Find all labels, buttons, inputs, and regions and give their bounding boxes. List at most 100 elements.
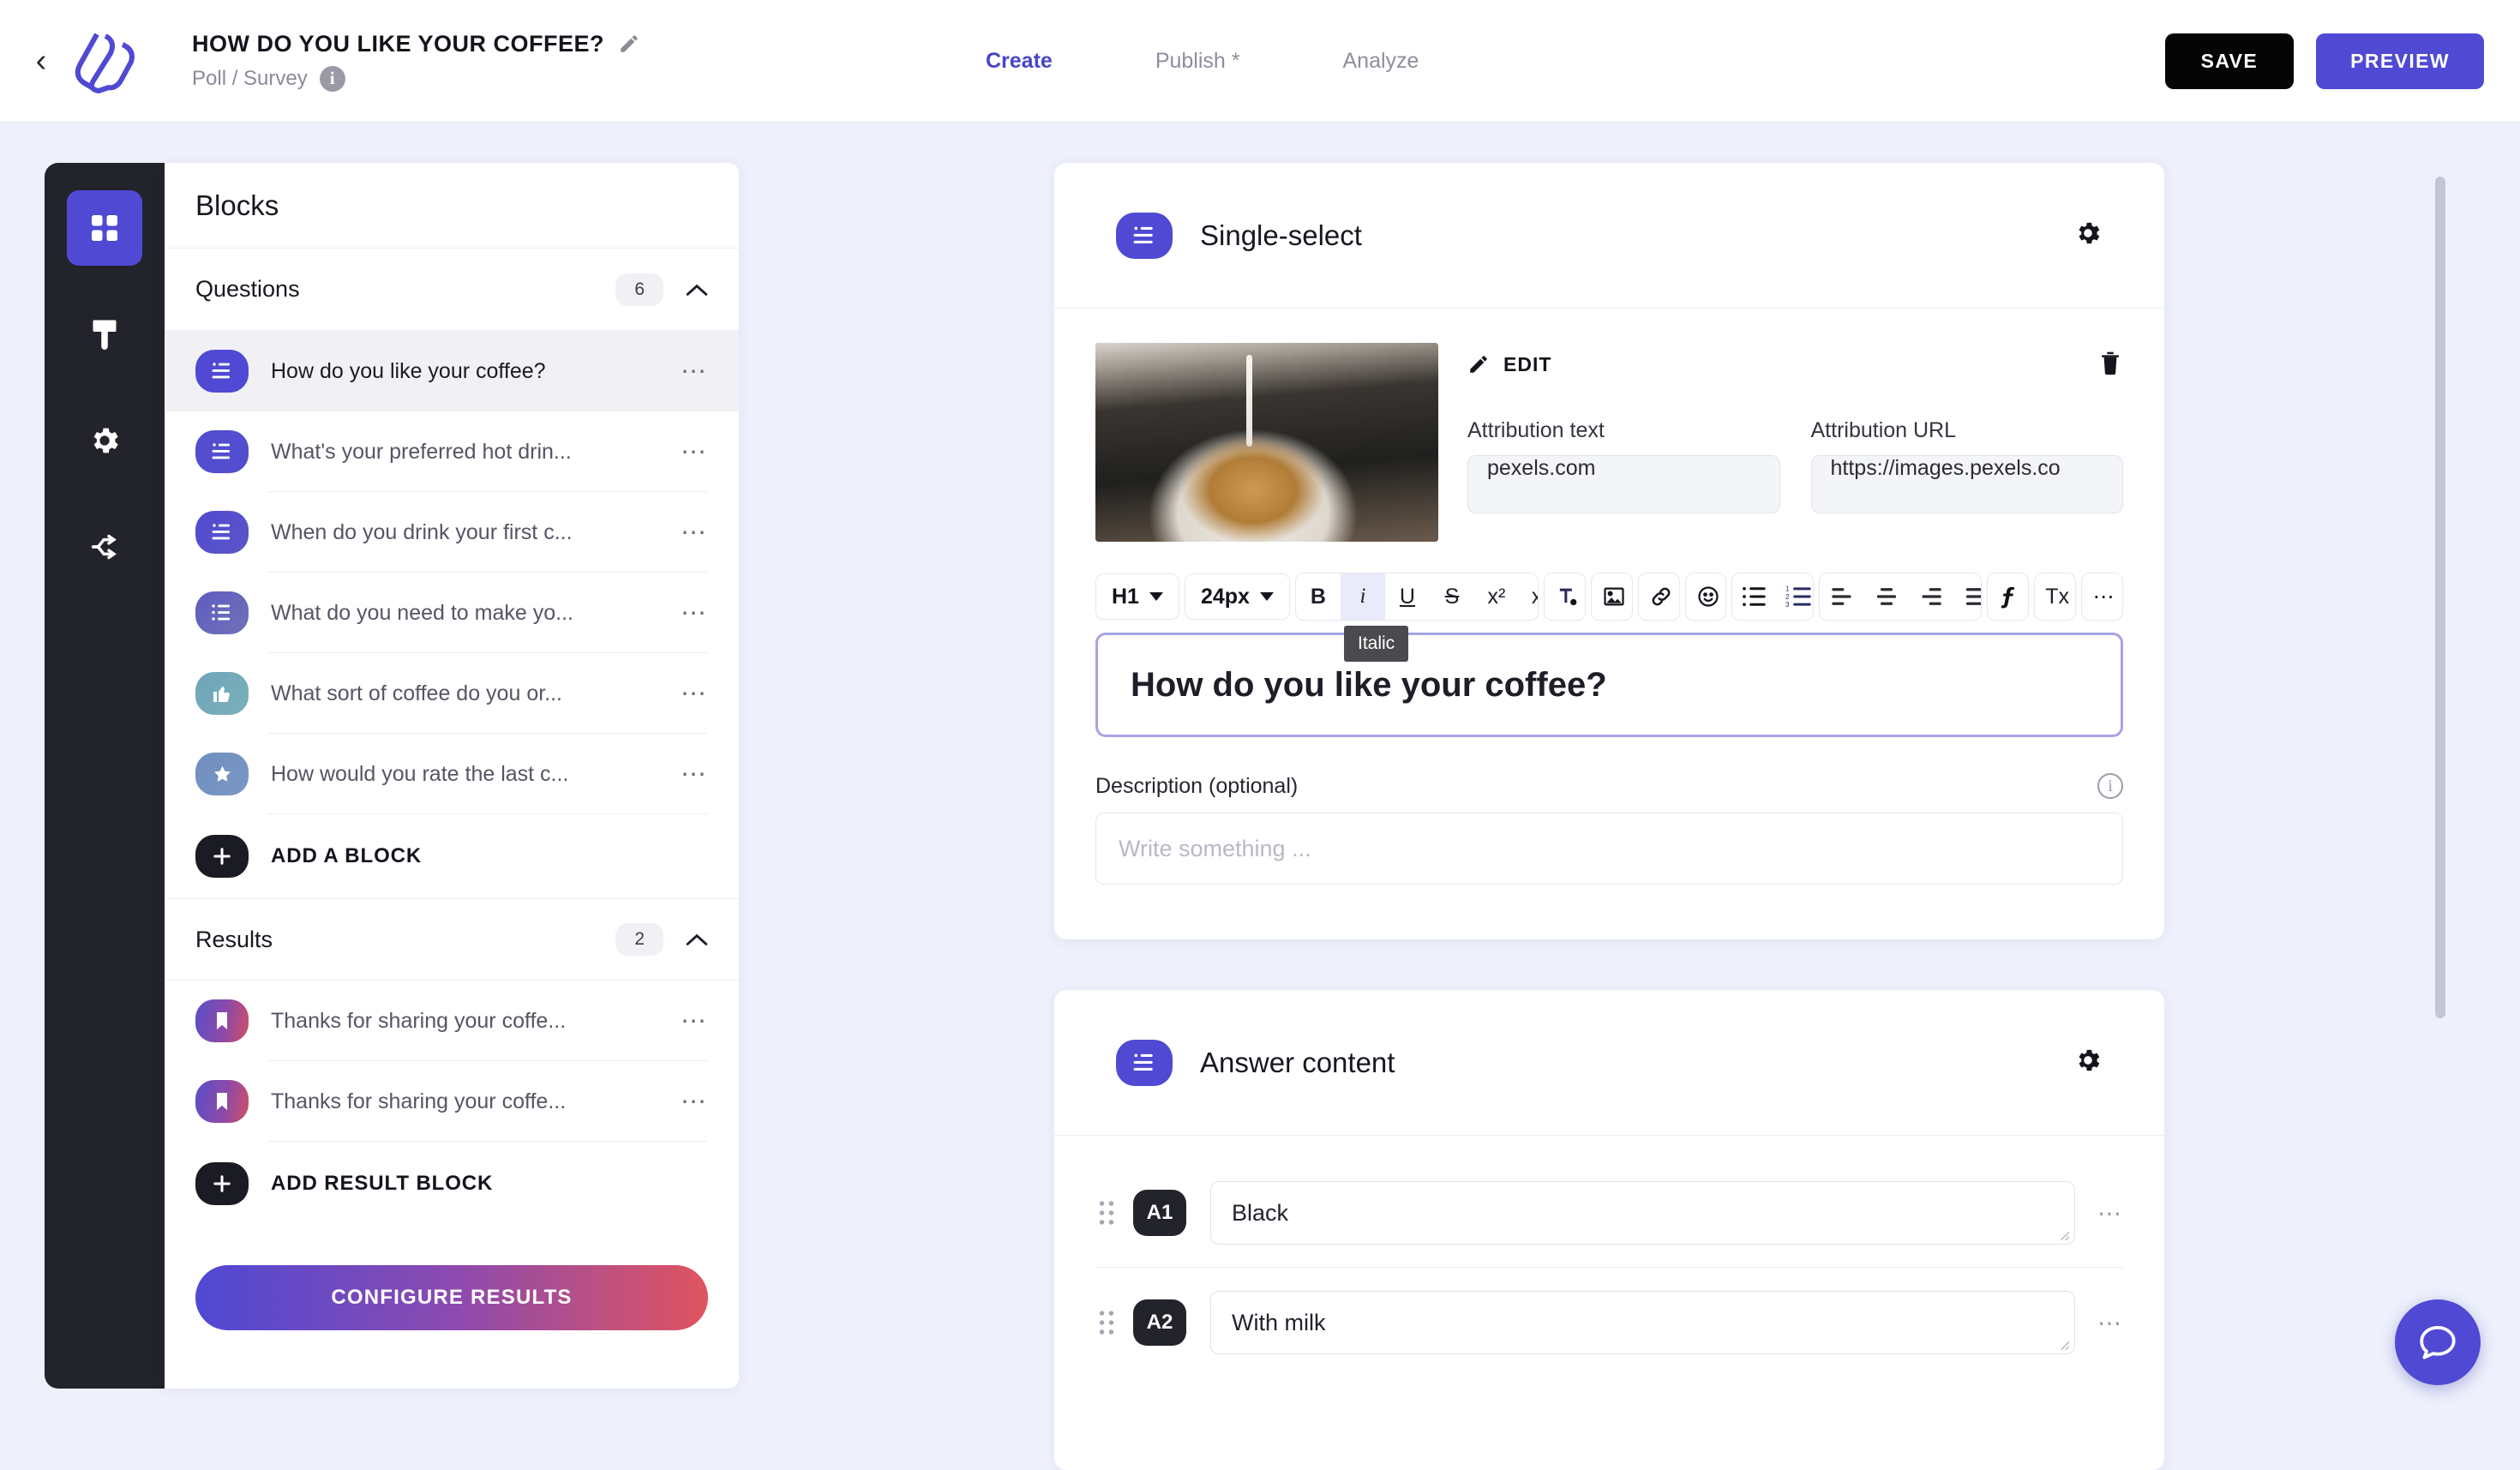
gear-icon[interactable] [2073,1046,2103,1079]
insert-emoji-button[interactable] [1686,573,1726,620]
results-section-header[interactable]: Results 2 [165,898,739,981]
rail-item-logic[interactable] [67,509,142,585]
edit-image-button[interactable]: EDIT [1467,353,1551,376]
bullet-list-icon [1743,586,1767,607]
gear-icon[interactable] [2073,219,2103,252]
link-icon [1652,587,1670,606]
font-size-value: 24px [1200,584,1250,609]
add-result-block-label: ADD RESULT BLOCK [271,1172,494,1195]
chevron-up-icon[interactable] [686,933,708,946]
results-section-title: Results [195,926,273,952]
results-count-badge: 2 [615,923,663,956]
main-scrollbar[interactable] [2435,177,2445,1018]
attribution-url-input[interactable]: https://images.pexels.co [1810,455,2123,513]
insert-link-button[interactable] [1639,573,1679,620]
question-card-header: Single-select [1054,163,2164,309]
block-item-menu-icon[interactable]: ⋯ [681,1006,708,1036]
align-right-button[interactable] [1909,573,1953,620]
gear-icon [93,428,118,453]
info-icon[interactable]: i [2097,773,2123,799]
left-icon-rail [45,163,165,1389]
answer-row-menu-icon[interactable]: ⋯ [2097,1199,2123,1227]
preview-button[interactable]: PREVIEW [2316,33,2484,89]
block-item-question-3[interactable]: When do you drink your first c... ⋯ [165,492,739,573]
italic-button[interactable]: i [1340,573,1385,620]
chevron-down-icon [1149,592,1163,601]
plus-icon [195,1162,249,1205]
block-item-question-6[interactable]: How would you rate the last c... ⋯ [165,734,739,814]
drag-handle-icon[interactable] [1095,1310,1118,1335]
question-card-body: EDIT Attribution text pexels.com Attribu… [1054,309,2164,885]
block-item-menu-icon[interactable]: ⋯ [681,679,708,709]
image-milk-pour [1246,354,1252,447]
insert-image-button[interactable] [1592,573,1632,620]
underline-button[interactable]: U [1385,573,1430,620]
block-item-menu-icon[interactable]: ⋯ [681,437,708,467]
rail-item-blocks[interactable] [67,190,142,266]
add-a-block-button[interactable]: ADD A BLOCK [165,814,739,898]
text-color-button[interactable] [1545,573,1585,620]
thumbs-up-icon [195,672,249,715]
superscript-button[interactable]: x² [1474,573,1519,620]
attribution-text-input[interactable]: pexels.com [1467,455,1780,513]
bold-button[interactable]: B [1296,573,1341,620]
more-horizontal-icon[interactable]: ⋯ [2082,573,2122,620]
drag-handle-icon[interactable] [1095,1200,1118,1226]
info-icon[interactable]: i [319,65,345,92]
chevron-up-icon[interactable] [686,283,708,297]
formula-button[interactable] [1988,573,2028,620]
block-item-result-1[interactable]: Thanks for sharing your coffe... ⋯ [165,981,739,1061]
rail-item-design[interactable] [67,297,142,372]
block-item-question-2[interactable]: What's your preferred hot drin... ⋯ [165,411,739,492]
tab-publish[interactable]: Publish * [1155,49,1240,74]
back-chevron-icon[interactable]: ‹ [22,45,60,77]
attribution-fields: Attribution text pexels.com Attribution … [1467,418,2123,513]
block-item-menu-icon[interactable]: ⋯ [681,598,708,628]
brand-logo-icon[interactable] [63,21,153,100]
block-item-label: When do you drink your first c... [271,519,573,544]
question-title-editor[interactable]: How do you like your coffee? [1095,633,2123,737]
answer-text-input[interactable]: Black [1210,1181,2075,1245]
font-size-dropdown[interactable]: 24px [1184,573,1290,620]
bullet-list-button[interactable] [1732,573,1777,620]
questions-section-header[interactable]: Questions 6 [165,249,739,331]
clear-formatting-button[interactable]: Tx [2035,573,2075,620]
block-item-result-2[interactable]: Thanks for sharing your coffe... ⋯ [165,1061,739,1142]
align-right-icon [1922,588,1942,605]
description-input[interactable]: Write something ... [1095,813,2123,885]
single-select-icon [1116,212,1173,259]
chat-support-button[interactable] [2395,1299,2481,1385]
delete-image-button[interactable] [2097,349,2123,381]
add-result-block-button[interactable]: ADD RESULT BLOCK [165,1142,739,1226]
questions-section-title: Questions [195,276,300,302]
align-justify-button[interactable] [1953,573,1982,620]
answer-row-menu-icon[interactable]: ⋯ [2097,1309,2123,1337]
resize-grip-icon[interactable] [2058,1229,2070,1241]
block-item-question-1[interactable]: How do you like your coffee? ⋯ [165,331,739,411]
heading-level-dropdown[interactable]: H1 [1095,573,1179,620]
block-item-menu-icon[interactable]: ⋯ [681,357,708,387]
block-item-menu-icon[interactable]: ⋯ [681,759,708,789]
rail-item-settings[interactable] [67,403,142,478]
align-center-button[interactable] [1864,573,1909,620]
save-button[interactable]: SAVE [2164,33,2295,89]
strikethrough-button[interactable]: S [1430,573,1474,620]
numbered-list-button[interactable]: 1 2 3 [1777,573,1813,620]
configure-results-button[interactable]: CONFIGURE RESULTS [195,1265,708,1330]
align-left-button[interactable] [1820,573,1864,620]
block-item-question-4[interactable]: What do you need to make yo... ⋯ [165,573,739,653]
block-item-label: Thanks for sharing your coffe... [271,1089,567,1113]
answer-text-value: With milk [1232,1309,1326,1335]
subscript-button[interactable]: x₂ [1519,573,1538,620]
tab-analyze[interactable]: Analyze [1343,49,1419,74]
block-item-menu-icon[interactable]: ⋯ [681,1087,708,1117]
block-item-menu-icon[interactable]: ⋯ [681,518,708,548]
block-item-question-5[interactable]: What sort of coffee do you or... ⋯ [165,653,739,734]
answer-text-input[interactable]: With milk [1210,1291,2075,1354]
answer-badge: A1 [1133,1190,1186,1236]
tab-create[interactable]: Create [986,49,1053,74]
resize-grip-icon[interactable] [2058,1339,2070,1351]
pencil-icon[interactable] [618,33,640,55]
question-image-thumbnail[interactable] [1095,343,1438,542]
question-editor-card: Single-select EDIT Attribution text pexe… [1054,163,2164,939]
